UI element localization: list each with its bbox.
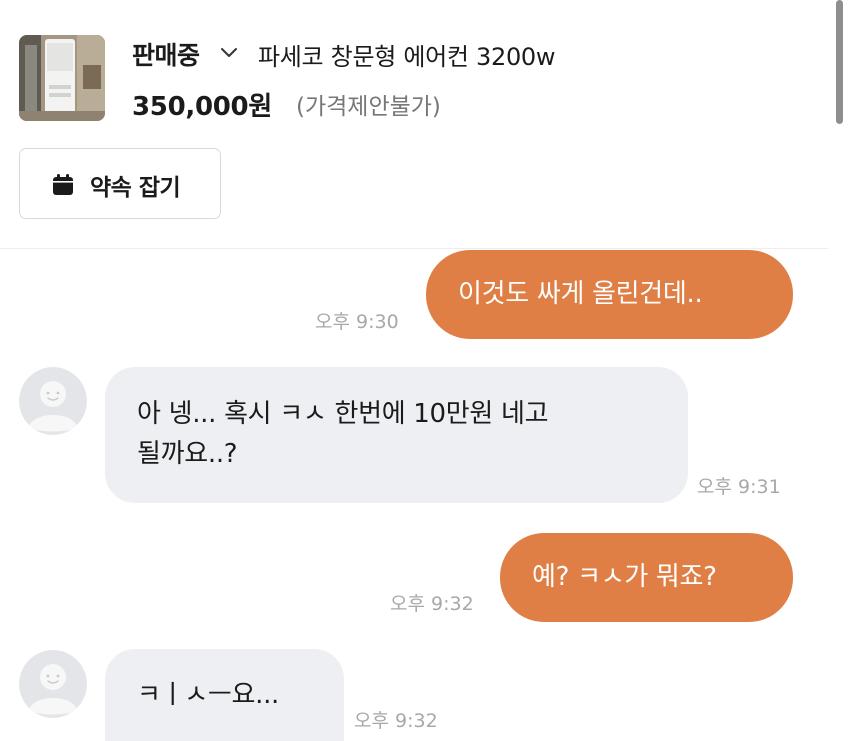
price-offer-note: (가격제안불가) <box>296 94 441 120</box>
my-message-bubble[interactable]: 예? ㅋㅅ가 뭐죠? <box>500 533 793 622</box>
chat-product-header: 판매중 파세코 창문형 에어컨 3200w 350,000원 (가격제안불가) … <box>0 0 828 249</box>
message-text: ㅋㅣㅅㅡ요... <box>137 680 279 710</box>
product-title[interactable]: 파세코 창문형 에어컨 3200w <box>258 37 556 72</box>
default-profile-icon <box>19 650 87 718</box>
make-appointment-button[interactable]: 약속 잡기 <box>19 148 221 219</box>
message-text-line: 될까요..? <box>137 439 238 469</box>
message-time: 오후 9:30 <box>315 311 399 333</box>
calendar-icon <box>53 174 73 195</box>
product-price: 350,000원 <box>132 92 272 122</box>
avatar[interactable] <box>19 367 87 435</box>
message-text: 이것도 싸게 올린건데.. <box>458 279 703 309</box>
other-message-bubble[interactable]: 아 넹... 혹시 ㅋㅅ 한번에 10만원 네고 될까요..? <box>105 367 688 503</box>
scrollbar[interactable] <box>836 0 843 124</box>
other-message-bubble[interactable]: ㅋㅣㅅㅡ요... <box>105 649 344 741</box>
message-time: 오후 9:32 <box>390 593 474 615</box>
chevron-down-icon[interactable] <box>217 45 241 61</box>
appointment-label: 약속 잡기 <box>90 175 181 201</box>
message-time: 오후 9:32 <box>354 710 438 732</box>
sale-status-dropdown[interactable]: 판매중 <box>132 36 200 72</box>
my-message-bubble[interactable]: 이것도 싸게 올린건데.. <box>426 250 793 339</box>
product-photo-image <box>19 35 105 121</box>
avatar[interactable] <box>19 650 87 718</box>
product-thumbnail[interactable] <box>19 35 105 121</box>
message-time: 오후 9:31 <box>697 476 781 498</box>
message-text-line: 아 넹... 혹시 ㅋㅅ 한번에 10만원 네고 <box>137 399 549 429</box>
default-profile-icon <box>19 367 87 435</box>
message-text: 예? ㅋㅅ가 뭐죠? <box>532 562 717 592</box>
